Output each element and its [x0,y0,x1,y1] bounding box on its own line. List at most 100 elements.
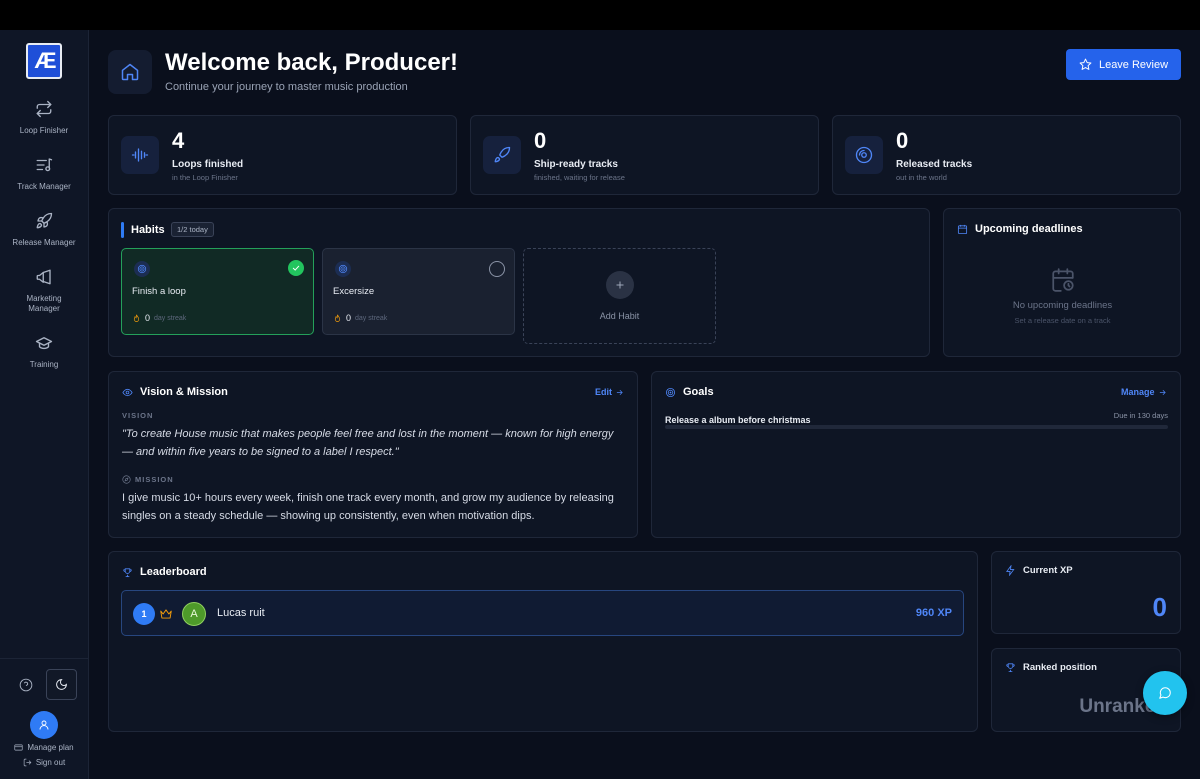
sidebar-item-label: Loop Finisher [19,126,69,135]
manage-goals-link[interactable]: Manage [1121,387,1167,397]
flame-icon [133,314,140,322]
app-logo[interactable]: Æ [26,43,62,79]
vision-mission-title: Vision & Mission [140,386,228,398]
habits-card: Habits 1/2 today Finish a loop 0 day str… [108,208,930,357]
lightning-icon [1006,565,1015,576]
manage-plan-label: Manage plan [27,743,74,752]
vision-mission-header: Vision & Mission [122,386,228,398]
stat-label: Loops finished [172,159,244,170]
leave-review-button[interactable]: Leave Review [1066,49,1181,80]
manage-plan-link[interactable]: Manage plan [0,743,88,752]
top-bar [0,0,1200,30]
stat-icon-tile [845,136,883,174]
check-icon [292,265,300,271]
sidebar-divider [0,658,88,659]
sidebar: Æ Loop Finisher Track Manager Release Ma… [0,30,89,779]
manage-label: Manage [1121,387,1155,397]
edit-label: Edit [595,387,612,397]
habits-today-badge: 1/2 today [171,222,214,237]
target-icon [335,261,351,277]
eye-icon [122,388,133,396]
user-icon [39,720,49,730]
edit-vision-link[interactable]: Edit [595,387,624,397]
chat-button[interactable] [1143,671,1187,715]
leaderboard-row[interactable]: 1 A Lucas ruit 960 XP [121,590,964,636]
sidebar-item-track-manager[interactable]: Track Manager [0,156,88,192]
vision-mission-card: Vision & Mission Edit VISION "To create … [108,371,638,538]
goal-name: Release a album before christmas [665,415,811,425]
leaderboard-xp: 960 XP [915,607,952,619]
megaphone-icon [36,269,51,285]
sign-out-icon [23,758,32,767]
mission-caption: MISSION [135,475,174,484]
compass-icon [122,475,131,484]
habits-title: Habits [131,224,165,236]
deadlines-card: Upcoming deadlines No upcoming deadlines… [943,208,1181,357]
goal-due: Due in 130 days [1113,411,1168,420]
credit-card-icon [14,744,23,751]
sidebar-item-loop-finisher[interactable]: Loop Finisher [0,100,88,136]
habit-streak-count: 0 [346,313,352,323]
stat-card-released: 0 Released tracks out in the world [832,115,1181,195]
habit-card-finish-a-loop[interactable]: Finish a loop 0 day streak [121,248,314,335]
current-xp-title: Current XP [1023,565,1073,576]
stat-card-loops: 4 Loops finished in the Loop Finisher [108,115,457,195]
user-avatar-button[interactable] [30,711,58,739]
vision-caption: VISION [122,411,154,420]
habits-accent-bar [121,222,124,238]
habit-streak-label: day streak [355,314,388,322]
ranked-position-header: Ranked position [1005,662,1097,673]
sidebar-item-release-manager[interactable]: Release Manager [0,212,88,248]
theme-toggle-button[interactable] [46,669,77,700]
arrow-right-icon [1159,389,1166,395]
trophy-icon [123,567,132,577]
stat-value: 0 [896,128,909,153]
stat-value: 0 [534,128,547,153]
mission-text: I give music 10+ hours every week, finis… [122,492,614,522]
crown-icon [159,607,173,621]
stat-label: Ship-ready tracks [534,159,618,170]
habit-streak-count: 0 [145,313,151,323]
sidebar-item-label: Training [29,360,59,369]
target-icon [134,261,150,277]
sidebar-item-training[interactable]: Training [0,334,88,370]
deadlines-header: Upcoming deadlines [957,223,1083,235]
ranked-position-title: Ranked position [1023,662,1097,673]
target-icon [665,387,676,397]
calendar-icon [957,224,968,234]
habit-unchecked-toggle[interactable] [489,261,505,277]
current-xp-value: 0 [1152,592,1167,622]
rank-number: 1 [133,603,155,625]
habit-checked-toggle[interactable] [288,260,304,276]
stat-icon-tile [121,136,159,174]
help-icon[interactable] [19,678,33,692]
main-content: Welcome back, Producer! Continue your jo… [89,30,1200,779]
calendar-clock-icon [1050,267,1076,293]
leaderboard-name: Lucas ruit [217,607,265,619]
deadlines-empty-title: No upcoming deadlines [1012,300,1113,311]
flame-icon [334,314,341,322]
leaderboard-header: Leaderboard [122,566,207,578]
goals-card: Goals Manage Release a album before chri… [651,371,1181,538]
stat-icon-tile [483,136,521,174]
playlist-icon [36,158,53,172]
habit-card-excersize[interactable]: Excersize 0 day streak [322,248,515,335]
sign-out-link[interactable]: Sign out [0,758,88,767]
page-title: Welcome back, Producer! [165,49,458,76]
leave-review-label: Leave Review [1098,58,1169,71]
graduation-cap-icon [35,337,53,350]
repeat-icon [36,100,52,118]
current-xp-header: Current XP [1005,565,1073,576]
plus-icon [605,271,634,299]
habit-name: Finish a loop [132,286,186,297]
add-habit-button[interactable]: Add Habit [523,248,716,344]
add-habit-label: Add Habit [599,311,640,321]
star-icon [1079,58,1092,70]
home-tile [108,50,152,94]
goals-header: Goals [665,386,714,398]
deadlines-empty-sub: Set a release date on a track [1014,316,1111,325]
goal-item[interactable]: Release a album before christmas Due in … [665,410,1168,429]
sidebar-item-marketing-manager[interactable]: Marketing Manager [0,268,88,314]
current-xp-card: Current XP 0 [991,551,1181,634]
sidebar-item-label: Release Manager [12,238,76,247]
